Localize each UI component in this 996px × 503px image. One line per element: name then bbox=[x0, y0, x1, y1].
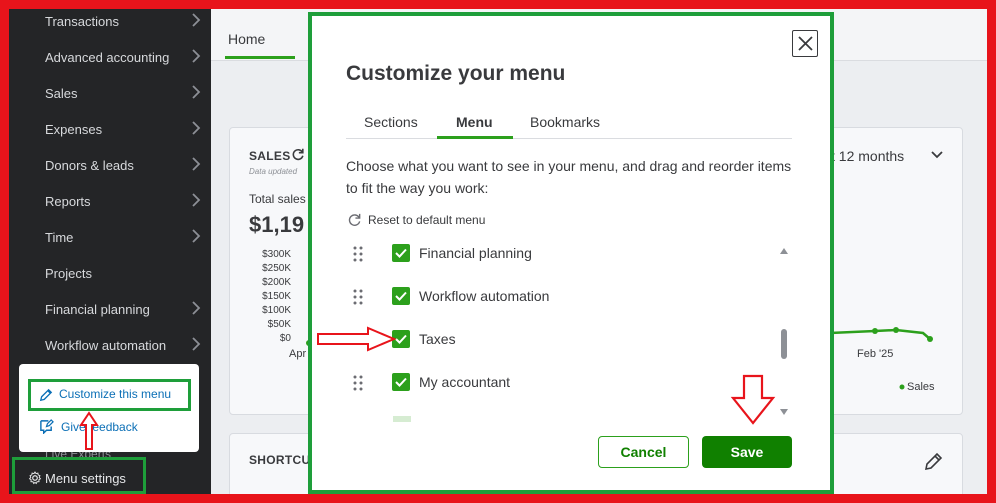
y-tick: $200K bbox=[262, 277, 291, 288]
sidebar-item-label: Sales bbox=[45, 85, 78, 101]
date-range-label[interactable]: t 12 months bbox=[831, 148, 904, 164]
y-tick: $150K bbox=[262, 291, 291, 302]
tab-bookmarks[interactable]: Bookmarks bbox=[530, 114, 600, 130]
sidebar-item-financial-planning[interactable]: Financial planning bbox=[9, 291, 211, 327]
sidebar-item-label: Time bbox=[45, 229, 74, 245]
drag-handle-icon[interactable] bbox=[353, 375, 363, 391]
chevron-right-icon bbox=[192, 13, 201, 27]
sidebar-item-reports[interactable]: Reports bbox=[9, 183, 211, 219]
save-button[interactable]: Save bbox=[702, 436, 792, 468]
chevron-right-icon bbox=[192, 121, 201, 135]
legend-dot-icon bbox=[899, 384, 905, 390]
y-tick: $300K bbox=[262, 249, 291, 260]
annotation-arrow-up-icon bbox=[79, 411, 99, 450]
sales-card-title: SALES bbox=[249, 149, 291, 163]
y-tick: $100K bbox=[262, 305, 291, 316]
chevron-right-icon bbox=[192, 301, 201, 315]
dialog-title: Customize your menu bbox=[346, 62, 566, 85]
checkmark-icon bbox=[395, 248, 407, 258]
item-checkbox[interactable] bbox=[392, 244, 410, 262]
cancel-button[interactable]: Cancel bbox=[598, 436, 689, 468]
sidebar-item-label: Projects bbox=[45, 265, 92, 281]
item-label: My accountant bbox=[419, 374, 511, 390]
customize-menu-link[interactable]: Customize this menu bbox=[59, 387, 171, 401]
total-sales-amount: $1,19 bbox=[249, 212, 305, 237]
chevron-down-icon[interactable] bbox=[930, 150, 944, 160]
feedback-icon bbox=[40, 419, 54, 434]
checkmark-icon bbox=[395, 291, 407, 301]
sidebar-item-expenses[interactable]: Expenses bbox=[9, 111, 211, 147]
sidebar-item-label: Transactions bbox=[45, 13, 119, 29]
reset-icon bbox=[348, 213, 361, 226]
sidebar-item-label: Expenses bbox=[45, 121, 103, 137]
sidebar-item-label: Donors & leads bbox=[45, 157, 134, 173]
chevron-right-icon bbox=[192, 85, 201, 99]
sidebar-item-time[interactable]: Time bbox=[9, 219, 211, 255]
sidebar-item-donors-leads[interactable]: Donors & leads bbox=[9, 147, 211, 183]
pencil-icon bbox=[39, 388, 53, 402]
chevron-right-icon bbox=[192, 229, 201, 243]
y-tick: $50K bbox=[267, 319, 291, 330]
close-icon bbox=[798, 36, 813, 51]
checkmark-icon bbox=[395, 377, 407, 387]
annotation-arrow-right-icon bbox=[317, 326, 397, 352]
instructions-text: Choose what you want to see in your menu… bbox=[346, 158, 792, 196]
scroll-up-icon[interactable] bbox=[779, 247, 789, 255]
reset-default-link[interactable]: Reset to default menu bbox=[368, 213, 485, 227]
tab-sections[interactable]: Sections bbox=[364, 114, 418, 130]
data-updated-note: Data updated bbox=[249, 167, 298, 176]
chevron-right-icon bbox=[192, 337, 201, 351]
y-tick: $250K bbox=[262, 263, 291, 274]
pencil-icon[interactable] bbox=[923, 452, 943, 472]
scroll-thumb[interactable] bbox=[781, 329, 787, 359]
chevron-right-icon bbox=[192, 49, 201, 63]
tabs-divider bbox=[346, 138, 792, 139]
item-checkbox[interactable] bbox=[392, 287, 410, 305]
sidebar-popup-menu: Customize this menu Give feedback bbox=[19, 364, 199, 452]
list-item[interactable]: Workflow automation bbox=[346, 287, 776, 332]
sidebar-item-transactions[interactable]: Transactions bbox=[9, 9, 211, 39]
item-checkbox[interactable] bbox=[392, 373, 410, 391]
item-label: Taxes bbox=[419, 331, 456, 347]
sales-line-series bbox=[830, 327, 933, 342]
refresh-icon[interactable] bbox=[291, 147, 305, 161]
x-axis-label: Feb '25 bbox=[857, 348, 894, 360]
scroll-down-icon[interactable] bbox=[779, 408, 789, 416]
tab-home[interactable]: Home bbox=[228, 31, 265, 47]
sidebar-item-advanced-accounting[interactable]: Advanced accounting bbox=[9, 39, 211, 75]
drag-handle-icon[interactable] bbox=[353, 246, 363, 262]
give-feedback-link[interactable]: Give feedback bbox=[61, 420, 138, 434]
sidebar: Transactions Advanced accounting Sales E… bbox=[9, 9, 211, 494]
list-item[interactable]: Taxes bbox=[346, 330, 776, 375]
sidebar-item-label: Financial planning bbox=[45, 301, 150, 317]
chevron-right-icon bbox=[192, 157, 201, 171]
tab-menu[interactable]: Menu bbox=[456, 114, 493, 130]
sidebar-item-label: Advanced accounting bbox=[45, 49, 170, 65]
sidebar-item-workflow-automation[interactable]: Workflow automation bbox=[9, 327, 211, 363]
shortcuts-title: SHORTCU bbox=[249, 453, 311, 467]
menu-settings-highlight bbox=[12, 457, 146, 494]
tab-home-underline bbox=[225, 56, 295, 59]
app-window: Transactions Advanced accounting Sales E… bbox=[9, 9, 987, 494]
tab-menu-underline bbox=[437, 136, 513, 139]
close-button[interactable] bbox=[792, 30, 818, 57]
y-tick: $0 bbox=[279, 333, 291, 344]
sidebar-item-label: Workflow automation bbox=[45, 337, 167, 353]
item-label: Workflow automation bbox=[419, 288, 550, 304]
sidebar-item-projects[interactable]: Projects bbox=[9, 255, 211, 291]
annotation-arrow-down-icon bbox=[730, 374, 776, 425]
chevron-right-icon bbox=[192, 193, 201, 207]
list-item[interactable]: Financial planning bbox=[346, 244, 776, 289]
sidebar-item-label: Reports bbox=[45, 193, 91, 209]
partial-checkbox bbox=[393, 416, 411, 422]
customize-menu-dialog: Customize your menu Sections Menu Bookma… bbox=[312, 16, 830, 490]
item-label: Financial planning bbox=[419, 245, 532, 261]
x-axis-label: Apr bbox=[289, 348, 307, 360]
sidebar-item-sales[interactable]: Sales bbox=[9, 75, 211, 111]
drag-handle-icon[interactable] bbox=[353, 289, 363, 305]
total-sales-label: Total sales bbox=[249, 192, 306, 206]
legend-label: Sales bbox=[907, 381, 935, 393]
